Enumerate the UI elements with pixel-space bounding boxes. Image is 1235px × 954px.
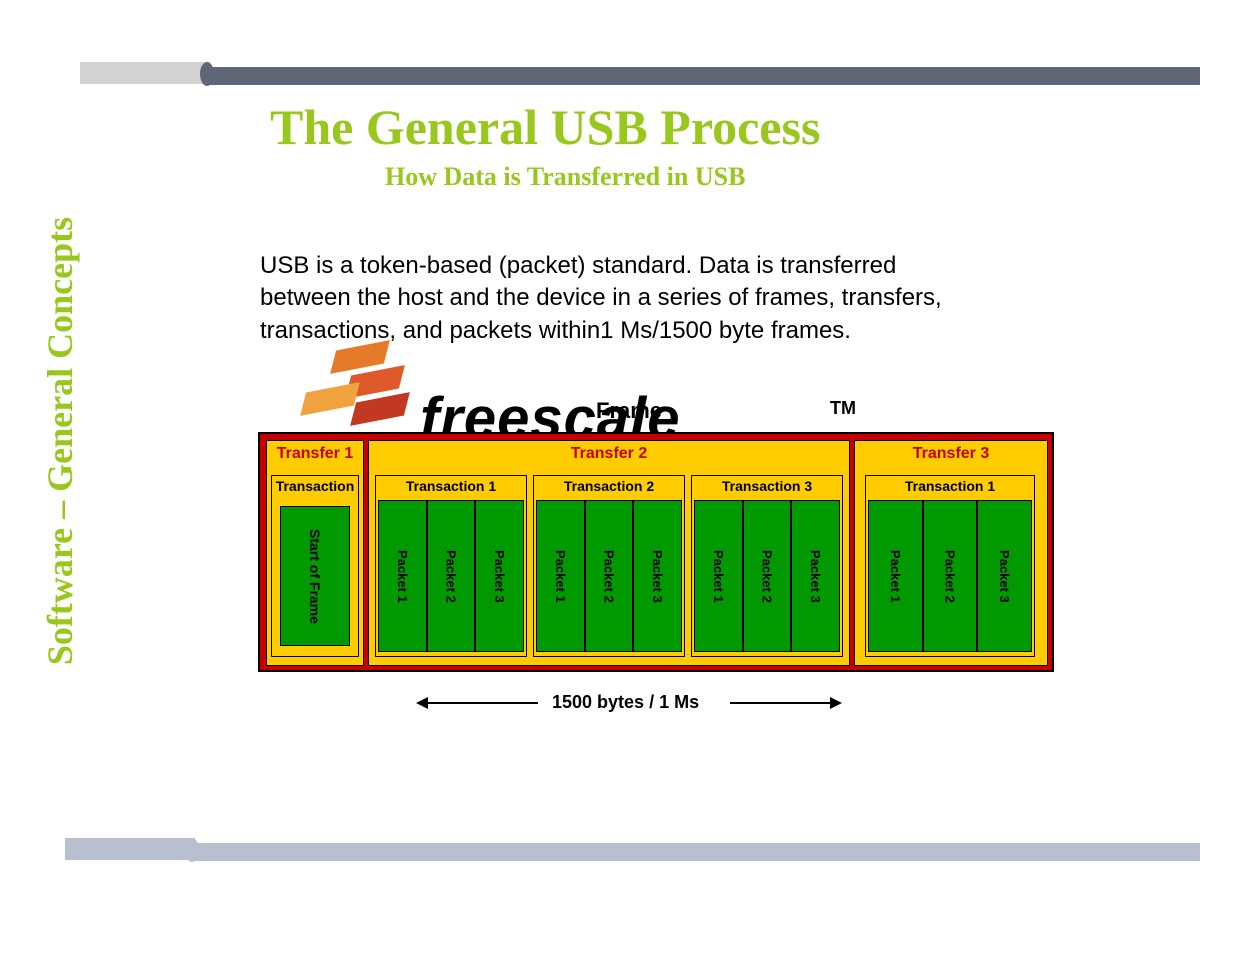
- decorative-bar: [65, 838, 195, 860]
- freescale-logo-icon: [295, 345, 415, 435]
- packet: Packet 1: [378, 500, 427, 652]
- start-of-frame-packet: Start of Frame: [280, 506, 350, 646]
- transfer-label: Transfer 1: [267, 441, 363, 471]
- frame-span-label: 1500 bytes / 1 Ms: [552, 692, 699, 713]
- transaction-label: Transaction 2: [534, 476, 684, 500]
- transaction-label: Transaction 1: [866, 476, 1034, 500]
- packet: Packet 3: [475, 500, 524, 652]
- decorative-bar: [80, 62, 210, 84]
- packet: Packet 1: [536, 500, 585, 652]
- transaction-box: Transaction Start of Frame: [271, 475, 359, 657]
- packet: Packet 1: [868, 500, 923, 652]
- transfer-box: Transfer 1 Transaction Start of Frame: [266, 440, 364, 666]
- trademark-symbol: TM: [830, 398, 856, 419]
- packet: Packet 2: [923, 500, 978, 652]
- packet: Packet 3: [633, 500, 682, 652]
- packet: Packet 3: [791, 500, 840, 652]
- transaction-box: Transaction 3 Packet 1 Packet 2 Packet 3: [691, 475, 843, 657]
- frame-box: Transfer 1 Transaction Start of Frame Tr…: [258, 432, 1054, 672]
- packet: Packet 3: [977, 500, 1032, 652]
- transaction-label: Transaction 3: [692, 476, 842, 500]
- transaction-label: Transaction: [272, 476, 358, 500]
- sidebar-section-label: Software – General Concepts: [39, 126, 81, 756]
- packet: Packet 2: [585, 500, 634, 652]
- transfer-label: Transfer 2: [369, 441, 849, 471]
- transfer-box: Transfer 2 Transaction 1 Packet 1 Packet…: [368, 440, 850, 666]
- packet: Packet 1: [694, 500, 743, 652]
- page-title: The General USB Process: [270, 98, 820, 156]
- packet: Packet 2: [427, 500, 476, 652]
- page-subtitle: How Data is Transferred in USB: [385, 162, 745, 192]
- packet: Packet 2: [743, 500, 792, 652]
- transaction-box: Transaction 1 Packet 1 Packet 2 Packet 3: [375, 475, 527, 657]
- span-arrow-right-icon: [730, 702, 840, 704]
- transfer-label: Transfer 3: [855, 441, 1047, 471]
- decorative-bar: [195, 843, 1200, 861]
- decorative-bar: [210, 67, 1200, 85]
- transfer-box: Transfer 3 Transaction 1 Packet 1 Packet…: [854, 440, 1048, 666]
- frame-label: Frame: [596, 398, 662, 424]
- body-paragraph: USB is a token-based (packet) standard. …: [260, 250, 980, 347]
- span-arrow-left-icon: [418, 702, 538, 704]
- transaction-box: Transaction 2 Packet 1 Packet 2 Packet 3: [533, 475, 685, 657]
- transaction-box: Transaction 1 Packet 1 Packet 2 Packet 3: [865, 475, 1035, 657]
- transaction-label: Transaction 1: [376, 476, 526, 500]
